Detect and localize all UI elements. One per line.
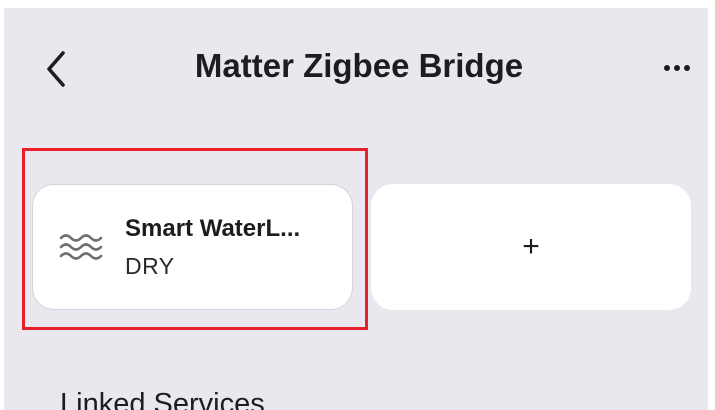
page-title: Matter Zigbee Bridge: [194, 47, 524, 84]
ellipsis-icon: [664, 65, 670, 71]
ellipsis-dot: [674, 65, 680, 71]
device-status: DRY: [125, 253, 175, 279]
device-name: Smart WaterL...: [125, 215, 301, 242]
linked-services-heading: Linked Services: [60, 388, 265, 410]
screen: Matter Zigbee Bridge Smart WaterL... DRY…: [0, 0, 715, 410]
add-accessory-tile[interactable]: +: [371, 184, 691, 310]
ellipsis-dot: [684, 65, 690, 71]
accessory-detail-view: Matter Zigbee Bridge Smart WaterL... DRY…: [4, 8, 708, 410]
more-options-button[interactable]: [654, 48, 700, 88]
water-waves-icon: [59, 234, 103, 260]
plus-icon: +: [522, 230, 540, 263]
water-leak-sensor-tile[interactable]: Smart WaterL... DRY: [32, 184, 353, 310]
